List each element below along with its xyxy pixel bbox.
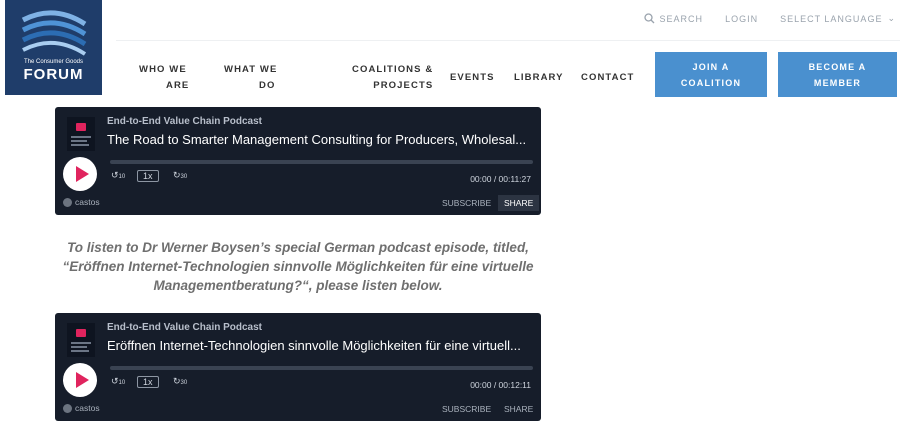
rewind-button[interactable]: ↺10 bbox=[111, 376, 125, 387]
login-link[interactable]: LOGIN bbox=[725, 14, 758, 24]
speed-button[interactable]: 1x bbox=[137, 376, 159, 388]
share-button[interactable]: SHARE bbox=[498, 195, 540, 211]
logo-swoosh-icon bbox=[21, 10, 87, 56]
play-button[interactable] bbox=[63, 157, 97, 191]
join-coalition-button[interactable]: JOIN A COALITION bbox=[655, 52, 767, 97]
podcast-cover-image bbox=[67, 323, 95, 357]
nav-library[interactable]: LIBRARY bbox=[514, 70, 564, 86]
episode-title: The Road to Smarter Management Consultin… bbox=[107, 132, 527, 147]
nav-who-line2: ARE bbox=[166, 80, 190, 91]
nav-who-line1: WHO WE bbox=[139, 64, 187, 75]
progress-track[interactable] bbox=[110, 366, 533, 370]
playback-time: 00:00 / 00:11:27 bbox=[470, 174, 531, 184]
progress-track[interactable] bbox=[110, 160, 533, 164]
share-button[interactable]: SHARE bbox=[498, 401, 539, 417]
play-button[interactable] bbox=[63, 363, 97, 397]
nav-who-we-are[interactable]: WHO WE ARE bbox=[139, 62, 189, 94]
castos-brand[interactable]: castos bbox=[63, 197, 100, 207]
utility-bar: SEARCH LOGIN SELECT LANGUAGE ⌄ bbox=[643, 13, 896, 24]
site-logo[interactable]: The Consumer Goods FORUM bbox=[5, 0, 102, 95]
castos-icon bbox=[63, 403, 72, 413]
nav-coalitions-projects[interactable]: COALITIONS & PROJECTS bbox=[352, 62, 433, 94]
subscribe-button[interactable]: SUBSCRIBE bbox=[436, 401, 497, 417]
logo-tagline: The Consumer Goods bbox=[23, 59, 84, 65]
search-link[interactable]: SEARCH bbox=[643, 13, 704, 24]
logo-name: FORUM bbox=[23, 66, 84, 83]
nav-coal-line2: PROJECTS bbox=[373, 80, 434, 91]
nav-what-line2: DO bbox=[259, 80, 276, 91]
forward-seconds: 30 bbox=[180, 380, 188, 386]
podcast-show-name: End-to-End Value Chain Podcast bbox=[107, 116, 263, 127]
rewind-seconds: 10 bbox=[118, 380, 126, 386]
subscribe-button[interactable]: SUBSCRIBE bbox=[436, 195, 497, 211]
language-select[interactable]: SELECT LANGUAGE ⌄ bbox=[780, 13, 896, 24]
castos-label: castos bbox=[75, 197, 100, 207]
podcast-show-name: End-to-End Value Chain Podcast bbox=[107, 322, 263, 333]
nav-what-line1: WHAT WE bbox=[224, 64, 278, 75]
search-icon bbox=[643, 13, 655, 24]
podcast-player: End-to-End Value Chain Podcast Eröffnen … bbox=[55, 313, 541, 421]
header-divider bbox=[116, 40, 900, 41]
nav-contact[interactable]: CONTACT bbox=[581, 70, 634, 86]
language-label: SELECT LANGUAGE bbox=[780, 13, 883, 24]
member-line1: BECOME A bbox=[808, 61, 867, 72]
playback-time: 00:00 / 00:12:11 bbox=[470, 380, 531, 390]
chevron-down-icon: ⌄ bbox=[887, 13, 896, 23]
intro-line1: To listen to Dr Werner Boysen’s special … bbox=[67, 240, 529, 255]
search-label: SEARCH bbox=[659, 13, 704, 24]
rewind-button[interactable]: ↺10 bbox=[111, 170, 125, 181]
forward-seconds: 30 bbox=[180, 174, 188, 180]
episode-intro: To listen to Dr Werner Boysen’s special … bbox=[55, 238, 541, 295]
podcast-player: End-to-End Value Chain Podcast The Road … bbox=[55, 107, 541, 215]
forward-button[interactable]: ↻30 bbox=[173, 170, 187, 181]
castos-label: castos bbox=[75, 403, 100, 413]
join-line2: COALITION bbox=[680, 77, 742, 88]
nav-coal-line1: COALITIONS & bbox=[352, 64, 434, 75]
castos-icon bbox=[63, 197, 72, 207]
speed-button[interactable]: 1x bbox=[137, 170, 159, 182]
nav-events[interactable]: EVENTS bbox=[450, 70, 495, 86]
podcast-cover-image bbox=[67, 117, 95, 151]
intro-line2: “Eröffnen Internet-Technologien sinnvoll… bbox=[62, 259, 534, 274]
become-member-button[interactable]: BECOME A MEMBER bbox=[778, 52, 897, 97]
rewind-seconds: 10 bbox=[118, 174, 126, 180]
member-line2: MEMBER bbox=[813, 77, 862, 88]
castos-brand[interactable]: castos bbox=[63, 403, 100, 413]
forward-button[interactable]: ↻30 bbox=[173, 376, 187, 387]
nav-what-we-do[interactable]: WHAT WE DO bbox=[224, 62, 277, 94]
join-line1: JOIN A bbox=[692, 61, 730, 72]
episode-title: Eröffnen Internet-Technologien sinnvolle… bbox=[107, 338, 521, 353]
intro-line3: Managementberatung?“, please listen belo… bbox=[153, 278, 443, 293]
